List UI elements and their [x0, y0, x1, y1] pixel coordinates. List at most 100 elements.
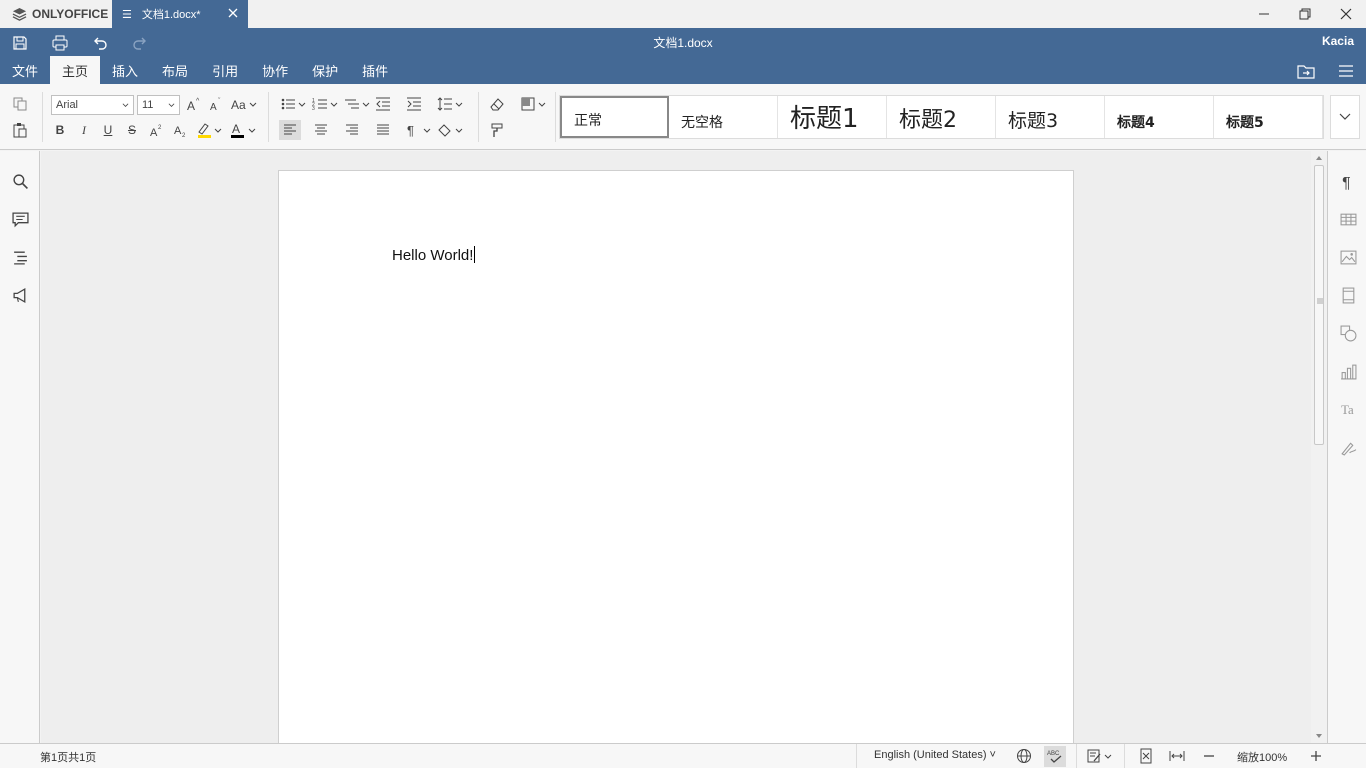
table-settings-button[interactable]: [1338, 209, 1358, 229]
scroll-down-icon[interactable]: [1314, 731, 1324, 741]
globe-icon[interactable]: [1016, 748, 1032, 764]
underline-button[interactable]: U: [97, 120, 119, 140]
copy-style-button[interactable]: [486, 120, 508, 140]
zoom-out-icon[interactable]: [1201, 748, 1217, 764]
tab-references[interactable]: 引用: [200, 56, 250, 84]
minimize-button[interactable]: [1244, 0, 1284, 28]
line-spacing-button[interactable]: [437, 94, 465, 114]
user-name[interactable]: Kacia: [1322, 34, 1354, 48]
superscript-button[interactable]: A2: [145, 120, 167, 140]
align-center-button[interactable]: [310, 120, 332, 140]
multilevel-list-button[interactable]: [343, 94, 373, 114]
tab-layout[interactable]: 布局: [150, 56, 200, 84]
font-size-value: 11: [142, 99, 154, 111]
italic-button[interactable]: I: [73, 120, 95, 140]
paragraph-icon: ¶: [1342, 174, 1351, 189]
change-case-button[interactable]: Aa: [228, 94, 258, 114]
change-case-icon: Aa: [231, 98, 257, 112]
comments-button[interactable]: [10, 209, 30, 229]
increase-indent-button[interactable]: [403, 94, 425, 114]
tab-insert[interactable]: 插入: [100, 56, 150, 84]
color-scheme-button[interactable]: [519, 94, 549, 114]
table-icon: [1340, 213, 1356, 225]
text-art-settings-button[interactable]: Ta: [1338, 399, 1358, 419]
tab-home[interactable]: 主页: [50, 56, 101, 84]
style-heading-2[interactable]: 标题2: [887, 96, 996, 138]
tab-protection[interactable]: 保护: [300, 56, 350, 84]
numbered-list-button[interactable]: 123: [311, 94, 341, 114]
vertical-scrollbar[interactable]: [1311, 151, 1327, 743]
decrease-font-button[interactable]: Aˇ: [205, 94, 227, 114]
chart-settings-button[interactable]: [1338, 361, 1358, 381]
style-heading-1[interactable]: 标题1: [778, 96, 887, 138]
menu-tabs: 文件 主页 插入 布局 引用 协作 保护 插件: [0, 56, 400, 84]
tab-plugins[interactable]: 插件: [350, 56, 400, 84]
align-right-button[interactable]: [341, 120, 363, 140]
subscript-button[interactable]: A2: [169, 120, 191, 140]
shading-button[interactable]: [437, 120, 465, 140]
highlight-color-button[interactable]: [196, 120, 224, 140]
style-heading-3[interactable]: 标题3: [996, 96, 1105, 138]
navigation-headings-icon: [13, 251, 27, 265]
align-left-button[interactable]: [279, 120, 301, 140]
eraser-icon: [490, 98, 504, 111]
zoom-level[interactable]: 缩放100%: [1237, 749, 1287, 765]
font-color-button[interactable]: A: [228, 120, 258, 140]
svg-text:A: A: [187, 99, 195, 112]
scrollbar-thumb[interactable]: [1314, 165, 1324, 445]
navigation-button[interactable]: [10, 247, 30, 267]
decrease-indent-button[interactable]: [372, 94, 394, 114]
paste-button[interactable]: [9, 120, 31, 140]
view-settings-icon[interactable]: [1336, 62, 1356, 80]
open-file-location-icon[interactable]: [1296, 62, 1316, 80]
subscript-icon: A2: [174, 125, 186, 138]
header-footer-settings-button[interactable]: [1338, 285, 1358, 305]
document-body[interactable]: Hello World!: [392, 246, 476, 264]
spellcheck-button[interactable]: ABC: [1044, 746, 1066, 767]
font-size-select[interactable]: 11: [137, 95, 180, 115]
restore-button[interactable]: [1285, 0, 1325, 28]
increase-font-button[interactable]: A ^: [183, 94, 205, 114]
nonprinting-characters-button[interactable]: ¶: [405, 120, 433, 140]
fit-page-icon[interactable]: [1138, 748, 1154, 764]
scroll-up-icon[interactable]: [1314, 153, 1324, 163]
style-heading-4[interactable]: 标题4: [1105, 96, 1214, 138]
copy-button[interactable]: [9, 94, 31, 114]
language-selector[interactable]: English (United States) ˅: [874, 749, 996, 761]
image-settings-button[interactable]: [1338, 247, 1358, 267]
shape-settings-button[interactable]: [1338, 323, 1358, 343]
font-family-select[interactable]: Arial: [51, 95, 134, 115]
feedback-button[interactable]: [10, 285, 30, 305]
tab-collaboration[interactable]: 协作: [250, 56, 300, 84]
track-changes-icon[interactable]: [1087, 748, 1113, 764]
bold-button[interactable]: B: [49, 120, 71, 140]
styles-more-button[interactable]: [1330, 95, 1360, 139]
signature-settings-button[interactable]: [1338, 437, 1358, 457]
strikethrough-button[interactable]: S: [121, 120, 143, 140]
style-no-spacing[interactable]: 无空格: [669, 96, 778, 138]
separator: [1076, 744, 1077, 768]
zoom-in-icon[interactable]: [1308, 748, 1324, 764]
justify-button[interactable]: [372, 120, 394, 140]
superscript-icon: A2: [150, 125, 162, 138]
search-button[interactable]: [10, 171, 30, 191]
page-info[interactable]: 第1页共1页: [40, 749, 96, 765]
fit-width-icon[interactable]: [1169, 748, 1185, 764]
numbered-list-icon: 123: [312, 98, 338, 112]
svg-text:A: A: [150, 127, 158, 138]
close-window-button[interactable]: [1326, 0, 1366, 28]
svg-text:A: A: [232, 122, 240, 136]
document-tab[interactable]: ☰ 文档1.docx*: [112, 0, 248, 28]
svg-text:2: 2: [158, 125, 162, 131]
font-color-icon: A: [231, 122, 256, 138]
document-page[interactable]: Hello World!: [278, 170, 1074, 743]
svg-text:Ta: Ta: [1341, 402, 1354, 416]
clear-style-button[interactable]: [486, 94, 508, 114]
bullet-list-button[interactable]: [279, 94, 309, 114]
tab-file[interactable]: 文件: [0, 56, 50, 84]
paragraph-settings-button[interactable]: ¶: [1338, 171, 1358, 191]
style-normal[interactable]: 正常: [560, 96, 669, 138]
close-icon: [1340, 8, 1352, 20]
close-icon[interactable]: [226, 6, 240, 20]
style-heading-5[interactable]: 标题5: [1214, 96, 1323, 138]
